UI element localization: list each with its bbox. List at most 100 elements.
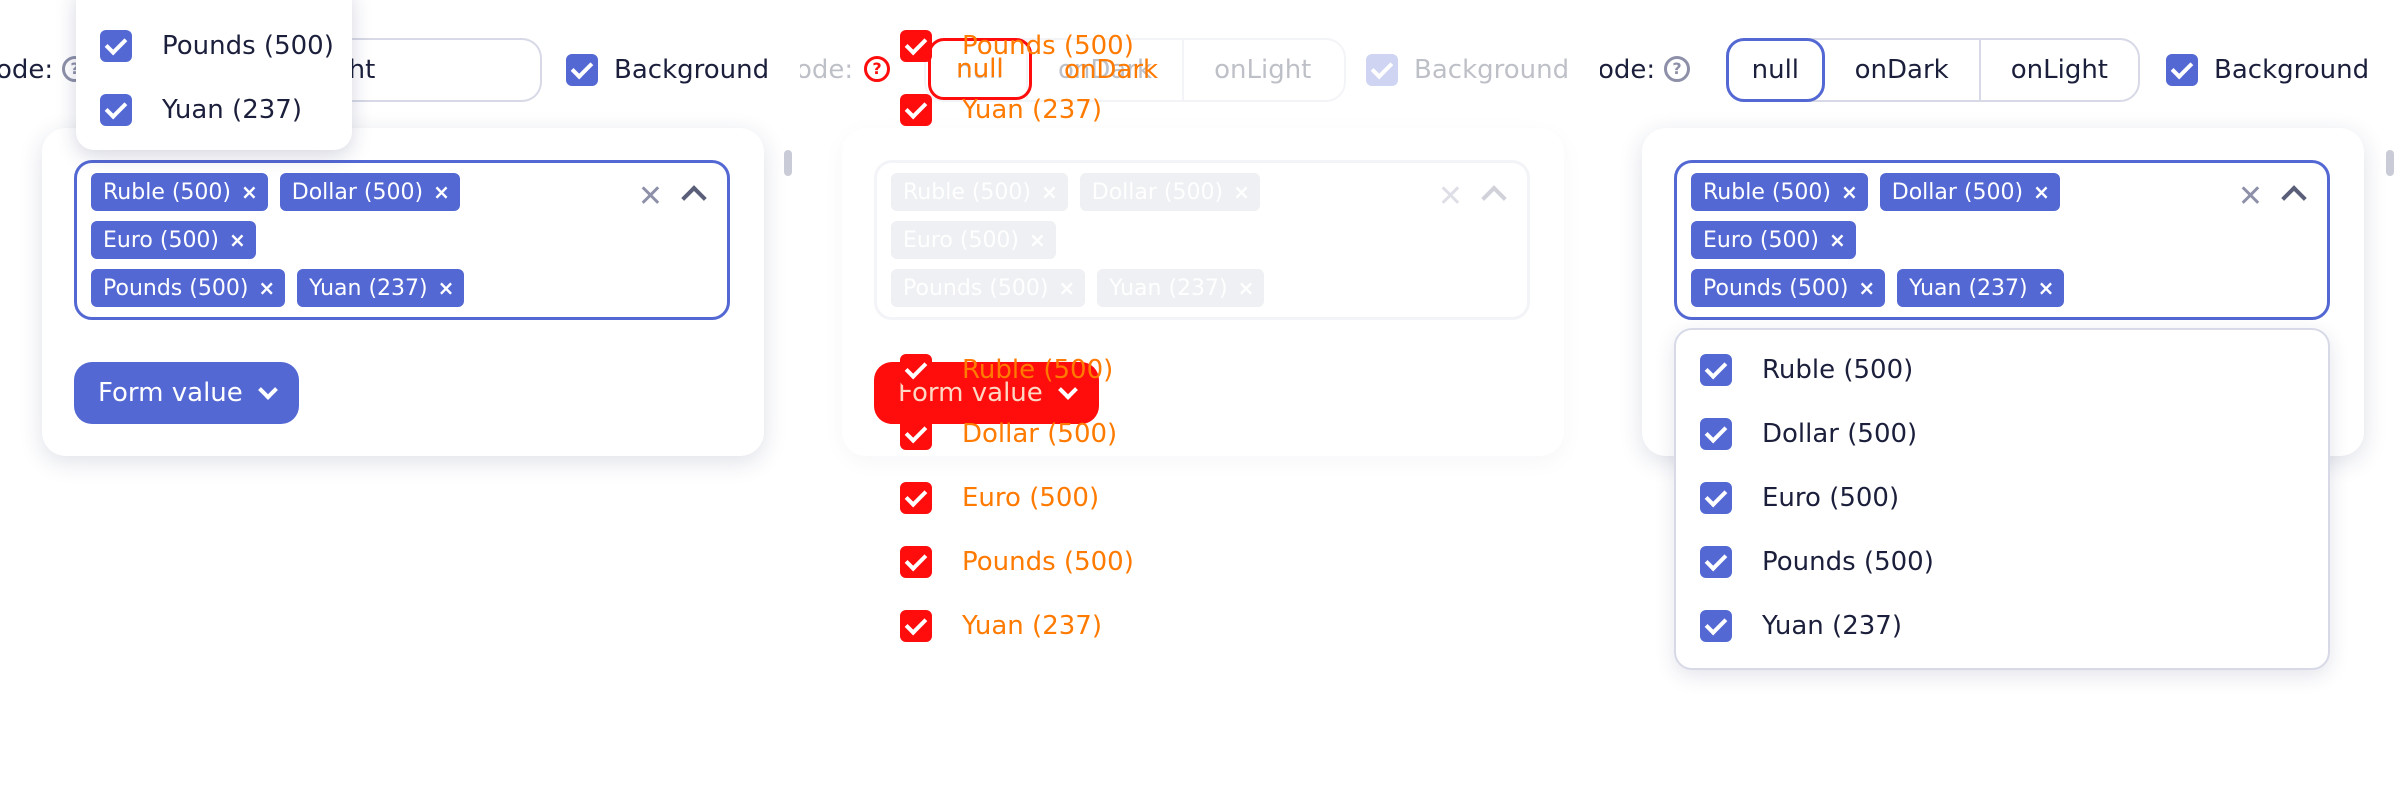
checkbox-checked-icon[interactable]	[900, 482, 932, 514]
close-icon[interactable]: ×	[258, 276, 275, 300]
background-checkbox[interactable]	[1366, 54, 1398, 86]
background-label: Background	[614, 55, 770, 85]
chip: Ruble (500) ×	[91, 173, 268, 211]
chevron-up-icon[interactable]	[1481, 185, 1507, 211]
checkbox-checked-icon[interactable]	[100, 30, 132, 62]
chevron-up-icon[interactable]	[2281, 185, 2307, 211]
scrollbar[interactable]	[2386, 150, 2394, 176]
chip: Dollar (500) ×	[279, 173, 460, 211]
list-item[interactable]: Dollar (500)	[900, 418, 1117, 450]
background-label: Background	[2214, 55, 2370, 85]
background-checkbox[interactable]	[2166, 54, 2198, 86]
checkbox-checked-icon[interactable]	[900, 418, 932, 450]
option-label: Yuan (237)	[962, 95, 1102, 125]
close-icon[interactable]: ×	[229, 228, 246, 252]
option-label: Yuan (237)	[162, 95, 302, 125]
checkbox-checked-icon[interactable]	[900, 610, 932, 642]
theme-option-ondark[interactable]: onDark	[1825, 40, 1979, 100]
close-icon[interactable]: ×	[2033, 180, 2050, 204]
option-label: Euro (500)	[962, 483, 1100, 513]
chevron-down-icon	[257, 380, 278, 400]
chip: Ruble (500) ×	[891, 173, 1068, 211]
close-icon[interactable]: ×	[433, 180, 450, 204]
form-value-button[interactable]: Form value	[74, 362, 299, 424]
mode-label: ode:	[0, 55, 54, 85]
chip: Euro (500) ×	[891, 221, 1056, 259]
list-item[interactable]: Euro (500)	[900, 482, 1099, 514]
chip-list: Ruble (500) × Dollar (500) × Euro (500) × P…	[91, 173, 611, 317]
checkbox-checked-icon[interactable]	[1700, 354, 1732, 386]
checkbox-checked-icon[interactable]	[900, 354, 932, 386]
form-value-label: Form value	[98, 378, 243, 408]
chip-label: Pounds (500)	[903, 275, 1049, 301]
list-item[interactable]: Yuan (237)	[100, 94, 302, 126]
close-icon[interactable]: ×	[1238, 276, 1255, 300]
list-item[interactable]: Pounds (500)	[900, 30, 1134, 62]
checkbox-checked-icon[interactable]	[900, 94, 932, 126]
list-item[interactable]: Pounds (500)	[100, 30, 334, 62]
chip: Pounds (500) ×	[91, 269, 286, 307]
chip: Euro (500) ×	[91, 221, 256, 259]
chevron-up-icon[interactable]	[681, 185, 707, 211]
checkbox-checked-icon[interactable]	[900, 546, 932, 578]
theme-option-onlight[interactable]: onLight	[1978, 40, 2138, 100]
option-label: Euro (500)	[1762, 483, 1900, 513]
close-icon[interactable]: ×	[438, 276, 455, 300]
close-icon[interactable]: ×	[241, 180, 258, 204]
chip-label: Yuan (237)	[1109, 275, 1228, 301]
checkbox-checked-icon[interactable]	[1700, 546, 1732, 578]
background-label: Background	[1414, 55, 1570, 85]
clear-icon[interactable]: ✕	[638, 179, 663, 214]
close-icon[interactable]: ×	[1058, 276, 1075, 300]
checkbox-checked-icon[interactable]	[1700, 482, 1732, 514]
close-icon[interactable]: ×	[1829, 228, 1846, 252]
panel-middle: ode: null onDark onLight Background Rubl…	[800, 0, 1600, 800]
list-item[interactable]: Yuan (237)	[1700, 610, 1902, 642]
close-icon[interactable]: ×	[1858, 276, 1875, 300]
option-label: Dollar (500)	[1762, 419, 1918, 449]
scrollbar[interactable]	[784, 150, 792, 176]
chip-label: Ruble (500)	[1703, 179, 1832, 205]
chip: Yuan (237) ×	[1897, 269, 2065, 307]
theme-option-onlight[interactable]: onLight	[1182, 40, 1341, 100]
help-circle-icon[interactable]: ?	[864, 56, 890, 82]
list-item[interactable]: Ruble (500)	[1700, 354, 1913, 386]
list-item[interactable]: Pounds (500)	[1700, 546, 1934, 578]
chip-label: Ruble (500)	[103, 179, 232, 205]
list-item[interactable]: Yuan (237)	[900, 94, 1102, 126]
chip: Yuan (237) ×	[297, 269, 465, 307]
checkbox-checked-icon[interactable]	[1700, 610, 1732, 642]
list-item[interactable]: Pounds (500)	[900, 546, 1134, 578]
option-label: Pounds (500)	[1762, 547, 1934, 577]
close-icon[interactable]: ×	[1041, 180, 1058, 204]
close-icon[interactable]: ×	[1233, 180, 1250, 204]
close-icon[interactable]: ×	[2038, 276, 2055, 300]
clear-icon[interactable]: ✕	[2238, 179, 2263, 214]
list-item[interactable]: Dollar (500)	[1700, 418, 1917, 450]
multiselect-input[interactable]: Ruble (500) × Dollar (500) × Euro (500) × P…	[1674, 160, 2330, 320]
chip-label: Euro (500)	[103, 227, 220, 253]
list-item[interactable]: Euro (500)	[1700, 482, 1899, 514]
list-item[interactable]: Yuan (237)	[900, 610, 1102, 642]
close-icon[interactable]: ×	[1841, 180, 1858, 204]
option-label: Ruble (500)	[962, 355, 1114, 385]
theme-option-null[interactable]: null	[1726, 38, 1825, 102]
option-label: Yuan (237)	[1762, 611, 1902, 641]
help-circle-icon[interactable]: ?	[1664, 56, 1690, 82]
option-label: Pounds (500)	[962, 31, 1134, 61]
clear-icon[interactable]: ✕	[1438, 179, 1463, 214]
list-item[interactable]: Ruble (500)	[900, 354, 1113, 386]
chip-list: Ruble (500) × Dollar (500) × Euro (500) × P…	[1691, 173, 2211, 317]
mode-label: ode:	[800, 55, 854, 85]
panel-right: ode: ? null onDark onLight Background Ru…	[1600, 0, 2400, 800]
chip-label: Dollar (500)	[1891, 179, 2024, 205]
background-checkbox[interactable]	[566, 54, 598, 86]
close-icon[interactable]: ×	[1029, 228, 1046, 252]
chip: Pounds (500) ×	[891, 269, 1086, 307]
option-label: Pounds (500)	[962, 547, 1134, 577]
multiselect-input[interactable]: Ruble (500) × Dollar (500) × Euro (500) × P…	[74, 160, 730, 320]
checkbox-checked-icon[interactable]	[900, 30, 932, 62]
multiselect-input[interactable]: Ruble (500) × Dollar (500) × Euro (500) × P…	[874, 160, 1530, 320]
checkbox-checked-icon[interactable]	[1700, 418, 1732, 450]
checkbox-checked-icon[interactable]	[100, 94, 132, 126]
